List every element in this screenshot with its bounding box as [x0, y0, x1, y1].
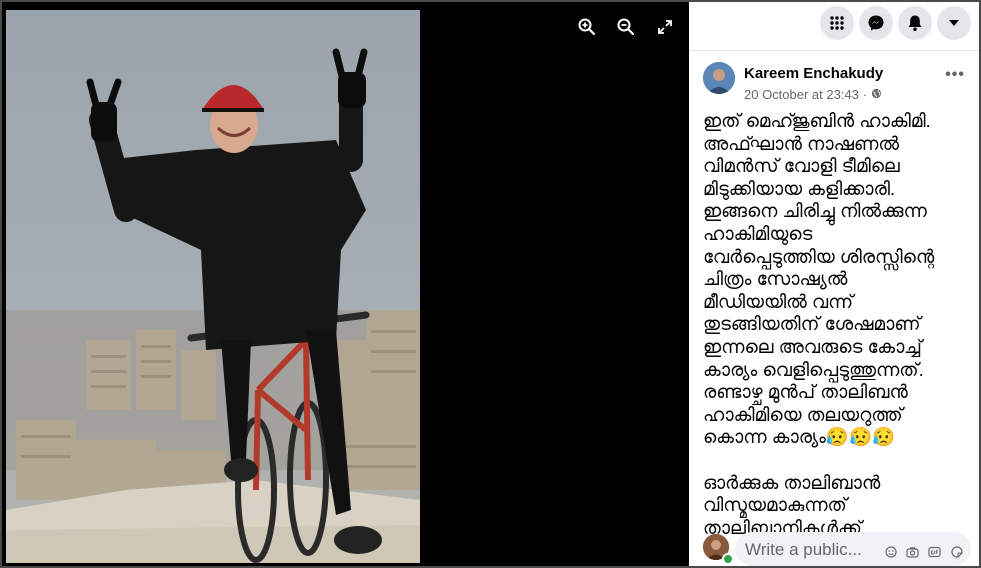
post-photo[interactable]	[6, 10, 420, 563]
post-header: Kareem Enchakudy 20 October at 23:43 · •…	[703, 60, 969, 104]
fullscreen-icon[interactable]	[654, 16, 676, 38]
online-status-indicator	[722, 553, 734, 565]
post-meta: 20 October at 23:43 ·	[744, 87, 882, 102]
camera-icon[interactable]	[906, 545, 919, 558]
viewer-toolbar	[576, 16, 676, 38]
comment-input[interactable]: Write a public...	[735, 532, 971, 566]
app-window: Kareem Enchakudy 20 October at 23:43 · •…	[2, 2, 979, 566]
comment-placeholder: Write a public...	[745, 540, 862, 559]
post-options-button[interactable]: •••	[945, 66, 965, 84]
account-dropdown-icon[interactable]	[937, 6, 971, 40]
post-timestamp[interactable]: 20 October at 23:43	[744, 87, 859, 102]
comment-composer: Write a public...	[703, 532, 971, 566]
top-navigation	[689, 2, 979, 51]
photo-illustration	[6, 10, 420, 563]
author-name[interactable]: Kareem Enchakudy	[744, 65, 883, 82]
comment-tools	[884, 545, 963, 558]
messenger-icon[interactable]	[859, 6, 893, 40]
zoom-in-icon[interactable]	[576, 16, 598, 38]
author-avatar[interactable]	[703, 62, 735, 94]
menu-grid-icon[interactable]	[820, 6, 854, 40]
post-body-text: ഇത് മെഹ്ജുബിൻ ഹാകിമി. അഫ്ഘാൻ നാഷണൽ വിമൻസ…	[703, 110, 935, 538]
gif-icon[interactable]	[928, 545, 941, 558]
globe-icon	[871, 87, 882, 102]
notifications-bell-icon[interactable]	[898, 6, 932, 40]
emoji-icon[interactable]	[884, 545, 897, 558]
meta-separator: ·	[862, 87, 868, 102]
post-panel: Kareem Enchakudy 20 October at 23:43 · •…	[689, 2, 979, 566]
photo-viewer	[2, 2, 689, 566]
zoom-out-icon[interactable]	[615, 16, 637, 38]
sticker-icon[interactable]	[950, 545, 963, 558]
